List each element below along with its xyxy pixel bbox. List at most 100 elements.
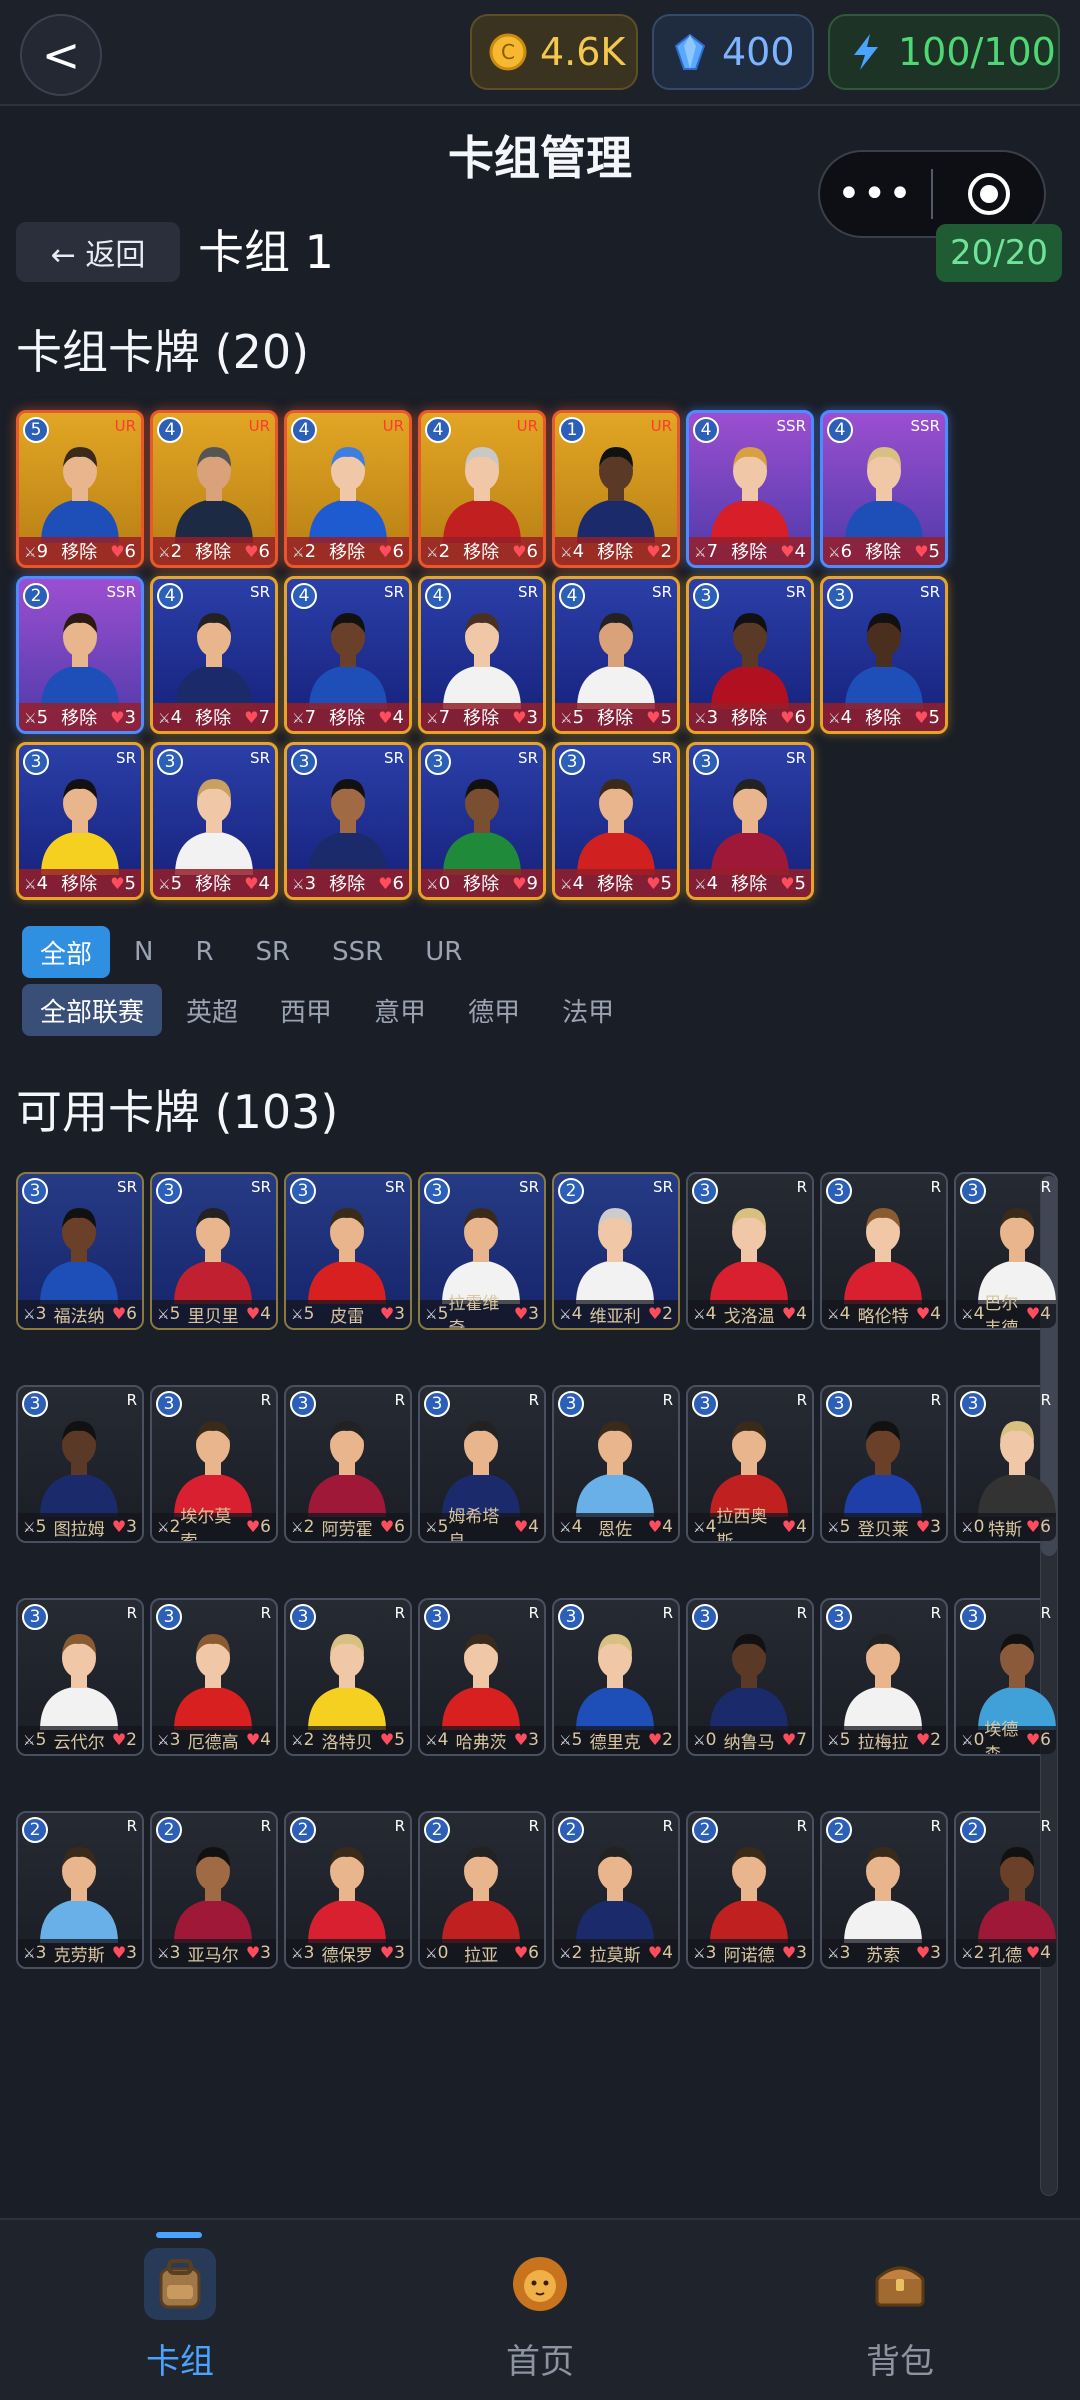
remove-button[interactable]: 移除 <box>731 538 767 564</box>
league-filter-chip[interactable]: 西甲 <box>262 984 350 1036</box>
remove-button[interactable]: 移除 <box>597 538 633 564</box>
rarity-filter-chip[interactable]: SSR <box>314 926 401 978</box>
rarity-filter-chip[interactable]: N <box>116 926 171 978</box>
available-card[interactable]: 3 R ⚔4 恩佐 ♥4 <box>552 1385 680 1543</box>
deck-card[interactable]: 3 SR ⚔3 移除 ♥6 <box>284 742 412 900</box>
remove-button[interactable]: 移除 <box>61 870 97 896</box>
energy-counter[interactable]: 100/100 <box>828 14 1060 90</box>
deck-card[interactable]: 4 SR ⚔7 移除 ♥4 <box>284 576 412 734</box>
available-card[interactable]: 3 SR ⚔5 拉霍维奇 ♥3 <box>418 1172 546 1330</box>
remove-button[interactable]: 移除 <box>865 538 901 564</box>
player-portrait <box>577 779 655 875</box>
available-card[interactable]: 3 R ⚔2 洛特贝 ♥5 <box>284 1598 412 1756</box>
available-card[interactable]: 3 R ⚔4 拉西奥斯 ♥4 <box>686 1385 814 1543</box>
available-card[interactable]: 3 R ⚔2 阿劳霍 ♥6 <box>284 1385 412 1543</box>
gem-counter[interactable]: 400 <box>652 14 814 90</box>
close-button[interactable] <box>933 170 1044 218</box>
attack-value: 0 <box>437 1943 449 1963</box>
available-card[interactable]: 2 R ⚔3 亚马尔 ♥3 <box>150 1811 278 1969</box>
league-filter-chip[interactable]: 全部联赛 <box>22 984 163 1036</box>
deck-card[interactable]: 3 SR ⚔3 移除 ♥6 <box>686 576 814 734</box>
remove-button[interactable]: 移除 <box>463 538 499 564</box>
remove-button[interactable]: 移除 <box>731 870 767 896</box>
deck-card[interactable]: 4 UR ⚔2 移除 ♥6 <box>150 410 278 568</box>
available-card[interactable]: 3 SR ⚔5 皮雷 ♥3 <box>284 1172 412 1330</box>
remove-button[interactable]: 移除 <box>61 538 97 564</box>
available-card[interactable]: 3 R ⚔5 德里克 ♥2 <box>552 1598 680 1756</box>
rarity-filter-chip[interactable]: SR <box>238 926 309 978</box>
tab-deck[interactable]: 卡组 <box>80 2248 280 2383</box>
deck-card[interactable]: 1 UR ⚔4 移除 ♥2 <box>552 410 680 568</box>
available-card[interactable]: 2 R ⚔2 孔德 ♥4 <box>954 1811 1058 1969</box>
league-filter-chip[interactable]: 德甲 <box>450 984 538 1036</box>
hp-stat: ♥3 <box>512 707 538 728</box>
deck-card[interactable]: 3 SR ⚔4 移除 ♥5 <box>686 742 814 900</box>
available-card[interactable]: 3 R ⚔4 略伦特 ♥4 <box>820 1172 948 1330</box>
remove-button[interactable]: 移除 <box>329 870 365 896</box>
available-card[interactable]: 3 R ⚔5 登贝莱 ♥3 <box>820 1385 948 1543</box>
deck-card[interactable]: 4 SSR ⚔7 移除 ♥4 <box>686 410 814 568</box>
deck-card[interactable]: 4 UR ⚔2 移除 ♥6 <box>418 410 546 568</box>
deck-card[interactable]: 3 SR ⚔0 移除 ♥9 <box>418 742 546 900</box>
deck-card[interactable]: 5 UR ⚔9 移除 ♥6 <box>16 410 144 568</box>
rarity-filter-chip[interactable]: UR <box>407 926 480 978</box>
available-card[interactable]: 3 R ⚔0 纳鲁马 ♥7 <box>686 1598 814 1756</box>
remove-button[interactable]: 移除 <box>731 704 767 730</box>
deck-card[interactable]: 3 SR ⚔5 移除 ♥4 <box>150 742 278 900</box>
remove-button[interactable]: 移除 <box>329 704 365 730</box>
available-card[interactable]: 3 R ⚔0 特斯 ♥6 <box>954 1385 1058 1543</box>
hp-stat: ♥4 <box>514 1517 539 1537</box>
rarity-filter-chip[interactable]: 全部 <box>22 926 111 978</box>
tab-bag[interactable]: 背包 <box>800 2248 1000 2383</box>
heart-icon: ♥ <box>379 1304 395 1323</box>
available-card[interactable]: 3 SR ⚔3 福法纳 ♥6 <box>16 1172 144 1330</box>
remove-button[interactable]: 移除 <box>597 870 633 896</box>
available-card[interactable]: 3 R ⚔5 姆希塔良 ♥4 <box>418 1385 546 1543</box>
available-card[interactable]: 3 R ⚔4 巴尔韦德 ♥4 <box>954 1172 1058 1330</box>
deck-card[interactable]: 3 SR ⚔4 移除 ♥5 <box>16 742 144 900</box>
available-card[interactable]: 3 R ⚔5 拉梅拉 ♥2 <box>820 1598 948 1756</box>
available-card[interactable]: 2 R ⚔0 拉亚 ♥6 <box>418 1811 546 1969</box>
available-card[interactable]: 3 R ⚔2 埃尔莫索 ♥6 <box>150 1385 278 1543</box>
attack-stat: ⚔2 <box>426 541 450 562</box>
tab-home[interactable]: 首页 <box>440 2248 640 2383</box>
available-card[interactable]: 2 R ⚔3 苏索 ♥3 <box>820 1811 948 1969</box>
deck-card[interactable]: 2 SSR ⚔5 移除 ♥3 <box>16 576 144 734</box>
available-card[interactable]: 2 R ⚔3 阿诺德 ♥3 <box>686 1811 814 1969</box>
remove-button[interactable]: 移除 <box>463 704 499 730</box>
remove-button[interactable]: 移除 <box>597 704 633 730</box>
available-card[interactable]: 2 R ⚔3 克劳斯 ♥3 <box>16 1811 144 1969</box>
available-card[interactable]: 3 R ⚔4 戈洛温 ♥4 <box>686 1172 814 1330</box>
league-filter-chip[interactable]: 意甲 <box>356 984 444 1036</box>
deck-card[interactable]: 4 SR ⚔4 移除 ♥7 <box>150 576 278 734</box>
deck-card[interactable]: 3 SR ⚔4 移除 ♥5 <box>552 742 680 900</box>
deck-card[interactable]: 3 SR ⚔4 移除 ♥5 <box>820 576 948 734</box>
remove-button[interactable]: 移除 <box>463 870 499 896</box>
remove-button[interactable]: 移除 <box>195 538 231 564</box>
deck-card[interactable]: 4 SR ⚔7 移除 ♥3 <box>418 576 546 734</box>
coin-counter[interactable]: C 4.6K <box>470 14 638 90</box>
back-button[interactable]: < <box>20 14 102 96</box>
available-card[interactable]: 3 R ⚔4 哈弗茨 ♥3 <box>418 1598 546 1756</box>
available-card[interactable]: 3 R ⚔5 云代尔 ♥2 <box>16 1598 144 1756</box>
remove-button[interactable]: 移除 <box>329 538 365 564</box>
available-card[interactable]: 2 SR ⚔4 维亚利 ♥2 <box>552 1172 680 1330</box>
available-card[interactable]: 2 R ⚔2 拉莫斯 ♥4 <box>552 1811 680 1969</box>
league-filter-chip[interactable]: 英超 <box>168 984 256 1036</box>
remove-button[interactable]: 移除 <box>61 704 97 730</box>
remove-button[interactable]: 移除 <box>865 704 901 730</box>
more-button[interactable]: ••• <box>820 171 931 217</box>
remove-button[interactable]: 移除 <box>195 704 231 730</box>
remove-button[interactable]: 移除 <box>195 870 231 896</box>
league-filter-chip[interactable]: 法甲 <box>544 984 632 1036</box>
available-card[interactable]: 3 R ⚔0 埃德森 ♥6 <box>954 1598 1058 1756</box>
return-button[interactable]: ← 返回 <box>16 222 180 282</box>
deck-card[interactable]: 4 SSR ⚔6 移除 ♥5 <box>820 410 948 568</box>
available-card[interactable]: 3 SR ⚔5 里贝里 ♥4 <box>150 1172 278 1330</box>
deck-card[interactable]: 4 UR ⚔2 移除 ♥6 <box>284 410 412 568</box>
available-card[interactable]: 3 R ⚔5 图拉姆 ♥3 <box>16 1385 144 1543</box>
deck-card[interactable]: 4 SR ⚔5 移除 ♥5 <box>552 576 680 734</box>
available-card[interactable]: 2 R ⚔3 德保罗 ♥3 <box>284 1811 412 1969</box>
available-card[interactable]: 3 R ⚔3 厄德高 ♥4 <box>150 1598 278 1756</box>
rarity-filter-chip[interactable]: R <box>177 926 231 978</box>
